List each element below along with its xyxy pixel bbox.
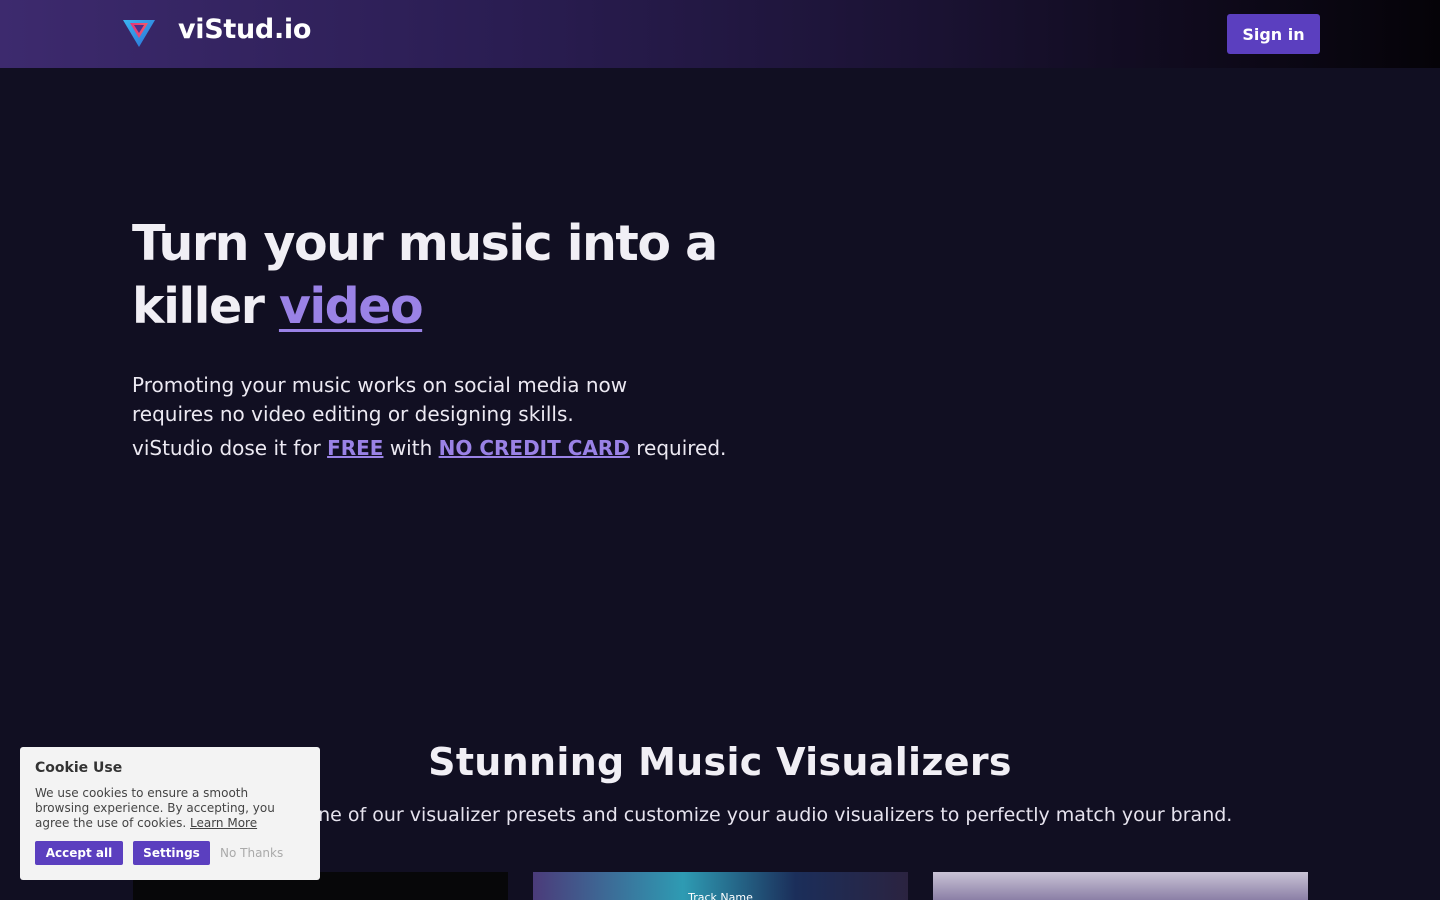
cookie-banner: Cookie Use We use cookies to ensure a sm… <box>20 747 320 880</box>
top-nav: viStud.io Sign in <box>0 0 1440 68</box>
brand-name[interactable]: viStud.io <box>178 14 311 45</box>
visualizer-preview-2[interactable]: Track Name <box>533 872 908 900</box>
hero-title-line1: Turn your music into a <box>132 215 718 272</box>
no-credit-card-link[interactable]: NO CREDIT CARD <box>439 436 630 460</box>
learn-more-link[interactable]: Learn More <box>190 816 257 830</box>
hero-title: Turn your music into a killer video <box>132 212 732 338</box>
cookie-text: We use cookies to ensure a smooth browsi… <box>35 786 305 831</box>
accept-all-button[interactable]: Accept all <box>35 841 123 865</box>
tagline-suffix: required. <box>629 436 727 460</box>
tagline-mid: with <box>383 436 439 460</box>
hero-title-line2: killer <box>132 278 279 335</box>
page: viStud.io Sign in Turn your music into a… <box>0 0 1440 900</box>
cookie-settings-button[interactable]: Settings <box>133 841 210 865</box>
hero-title-accent: video <box>278 278 424 335</box>
tagline-prefix: viStudio dose it for <box>132 436 328 460</box>
vistudio-logo-icon[interactable] <box>122 17 156 49</box>
sign-in-button[interactable]: Sign in <box>1227 14 1320 54</box>
no-thanks-button[interactable]: No Thanks <box>220 841 283 865</box>
cookie-title: Cookie Use <box>35 760 123 776</box>
visualizer-preview-3[interactable] <box>933 872 1308 900</box>
track-name-label: Track Name <box>688 891 753 900</box>
free-link[interactable]: FREE <box>327 436 383 460</box>
hero-tagline: viStudio dose it for FREE with NO CREDIT… <box>132 434 752 463</box>
hero-subtitle: Promoting your music works on social med… <box>132 373 628 426</box>
